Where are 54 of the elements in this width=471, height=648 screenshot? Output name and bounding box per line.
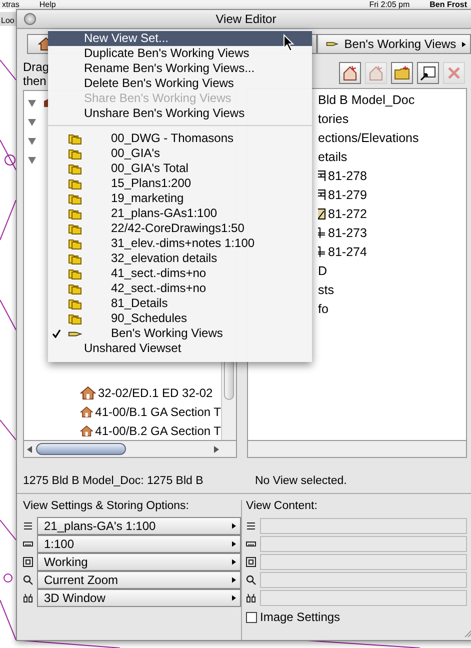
- tree-item[interactable]: 81-278: [328, 168, 367, 182]
- tree-item[interactable]: 41-00/B.1 GA Section T: [95, 404, 221, 418]
- menu-item[interactable]: 00_DWG - Thomasons: [48, 131, 312, 146]
- menu-item[interactable]: 81_Details: [48, 296, 312, 311]
- menu-bar-item[interactable]: xtras: [2, 0, 20, 9]
- menu-item[interactable]: 22/42-CoreDrawings1:50: [48, 221, 312, 236]
- menu-item[interactable]: 00_GIA's: [48, 146, 312, 161]
- window-title: Loo: [1, 16, 14, 25]
- menu-item[interactable]: 15_Plans1:200: [48, 176, 312, 191]
- menu-item[interactable]: Unshare Ben's Working Views: [48, 106, 312, 121]
- tree-item[interactable]: sts: [318, 282, 334, 296]
- tree-item[interactable]: 81-272: [328, 206, 367, 220]
- menu-item[interactable]: 31_elev.-dims+notes 1:100: [48, 236, 312, 251]
- menu-item[interactable]: 00_GIA's Total: [48, 161, 312, 176]
- menu-item[interactable]: 19_marketing: [48, 191, 312, 206]
- clock-text: Fri 2:05 pm: [369, 0, 410, 9]
- zoom-popup[interactable]: Current Zoom: [37, 571, 241, 589]
- window-title: View Editor: [216, 12, 276, 26]
- scale-popup[interactable]: 1:100: [37, 535, 241, 553]
- hint-text: Drag: [23, 60, 50, 74]
- tree-item[interactable]: etails: [318, 150, 348, 164]
- menu-item[interactable]: Ben's Working Views: [48, 326, 312, 341]
- tree-item[interactable]: 41-00/B.2 GA Section T: [95, 424, 221, 438]
- view-set-popup[interactable]: Ben's Working Views: [317, 34, 471, 54]
- tree-item[interactable]: fo: [318, 302, 328, 316]
- tree-item[interactable]: 81-274: [328, 244, 367, 258]
- user-name[interactable]: Ben Frost: [430, 0, 467, 9]
- tree-item[interactable]: tories: [318, 112, 349, 126]
- tree-item[interactable]: Bld B Model_Doc: [318, 92, 415, 106]
- menu-bar-item[interactable]: Help: [39, 0, 56, 9]
- menu-item[interactable]: Delete Ben's Working Views: [48, 76, 312, 91]
- selection-status: No View selected.: [255, 475, 347, 489]
- section-title: View Settings & Storing Options:: [23, 500, 189, 514]
- menu-item[interactable]: 41_sect.-dims+no: [48, 266, 312, 281]
- frame-popup[interactable]: Working: [37, 553, 241, 571]
- tree-item[interactable]: 81-273: [328, 226, 367, 240]
- tree-item[interactable]: 32-02/ED.1 ED 32-02: [98, 386, 213, 400]
- selection-status: 1275 Bld B Model_Doc: 1275 Bld B: [22, 475, 204, 489]
- hint-text: then: [23, 74, 46, 88]
- window3d-popup[interactable]: 3D Window: [37, 589, 241, 607]
- tree-item[interactable]: 81-279: [328, 188, 367, 202]
- menu-item[interactable]: Duplicate Ben's Working Views: [48, 46, 312, 61]
- menu-item[interactable]: 21_plans-GAs1:100: [48, 206, 312, 221]
- menu-item[interactable]: 90_Schedules: [48, 311, 312, 326]
- menu-item[interactable]: 42_sect.-dims+no: [48, 281, 312, 296]
- menu-item[interactable]: 32_elevation details: [48, 251, 312, 266]
- menu-item[interactable]: Unshared Viewset: [48, 341, 312, 356]
- layers-popup[interactable]: 21_plans-GA's 1:100: [37, 517, 241, 535]
- section-title: View Content:: [246, 500, 318, 514]
- tree-item[interactable]: ections/Elevations: [318, 130, 419, 144]
- menu-item[interactable]: New View Set...: [48, 31, 312, 46]
- menu-item[interactable]: Rename Ben's Working Views...: [48, 61, 312, 76]
- tree-item[interactable]: D: [318, 264, 328, 278]
- checkbox-label[interactable]: Image Settings: [260, 610, 340, 624]
